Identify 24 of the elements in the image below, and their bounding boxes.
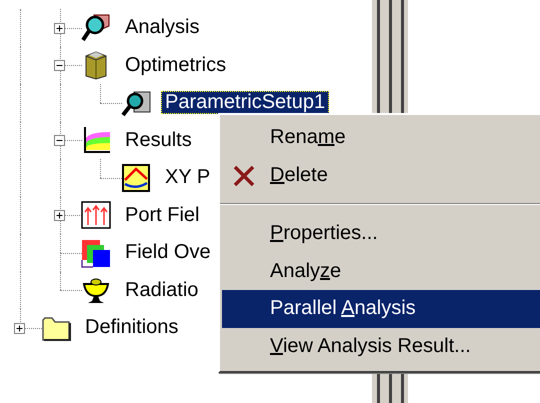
tree-item[interactable]: Port Fiel — [121, 204, 204, 227]
tree-item[interactable]: Definitions — [81, 316, 182, 340]
menu-item[interactable]: View Analysis Result... — [222, 328, 540, 365]
cross-icon — [232, 164, 256, 188]
tree-item[interactable]: Radiatio — [121, 278, 202, 302]
menu-item[interactable]: Rename — [222, 119, 540, 156]
collapse-icon[interactable] — [54, 135, 65, 146]
menu-item[interactable]: Properties... — [222, 215, 540, 252]
tree-item[interactable]: Analysis — [121, 16, 204, 40]
expand-icon[interactable] — [14, 322, 25, 334]
arrows-icon — [80, 199, 112, 232]
tree-item[interactable]: ParametricSetup1 — [161, 91, 330, 114]
menu-item[interactable]: Analyze — [222, 252, 540, 290]
magnifier-icon — [80, 12, 112, 44]
expand-icon[interactable] — [54, 210, 65, 222]
tree-item[interactable]: XY P — [161, 166, 214, 190]
tree-item[interactable]: Results — [121, 128, 196, 152]
menu-item[interactable]: Parallel Analysis — [222, 290, 540, 328]
tree-item[interactable]: Optimetrics — [121, 54, 230, 77]
tree-item[interactable]: Field Ove — [121, 241, 215, 264]
collapse-icon[interactable] — [54, 60, 65, 72]
menu-item[interactable]: Delete — [222, 156, 540, 194]
expand-icon[interactable] — [54, 22, 65, 34]
plot-icon — [120, 162, 152, 194]
